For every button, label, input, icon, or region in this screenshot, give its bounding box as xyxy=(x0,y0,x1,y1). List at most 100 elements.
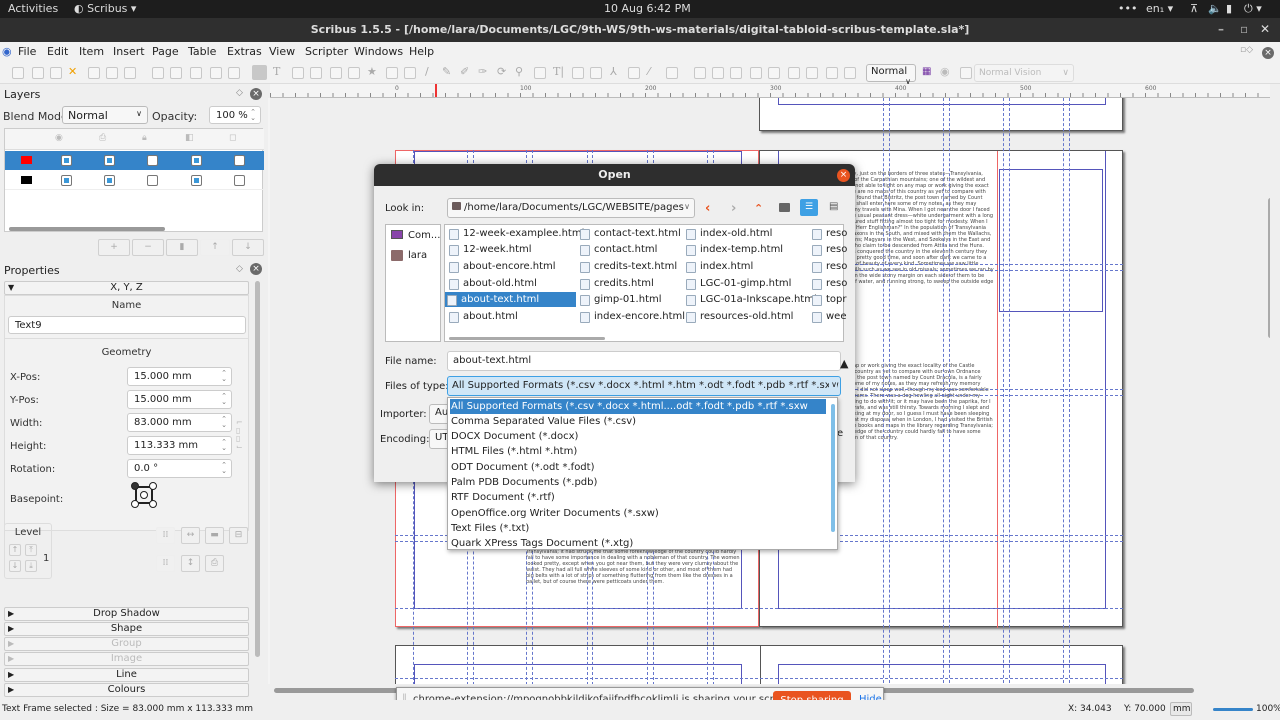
measure-tool-icon[interactable]: ⅄ xyxy=(610,65,617,78)
file-item[interactable]: contact.html xyxy=(578,242,657,257)
lower-layer-button[interactable]: ↓ xyxy=(232,239,264,256)
minimize-button[interactable]: – xyxy=(1218,22,1224,36)
ungroup-icon[interactable]: ⁞⁞ xyxy=(156,555,175,572)
annotation-extra-icon[interactable] xyxy=(826,67,838,79)
layer-outline-checkbox[interactable] xyxy=(234,175,245,186)
printing-toggle-icon[interactable]: ⎙ xyxy=(205,555,224,572)
row-guide[interactable] xyxy=(395,608,1123,609)
text-frame[interactable]: Transylvania; it had struck me that some… xyxy=(526,549,741,607)
pdf-push-button-icon[interactable] xyxy=(666,67,678,79)
file-item[interactable]: reso xyxy=(810,226,847,241)
layer-print-checkbox[interactable] xyxy=(104,175,115,186)
new-doc-icon[interactable] xyxy=(12,67,24,79)
height-input[interactable]: 113.333 mm ⌃ ⌄ xyxy=(127,436,232,455)
basepoint-selector[interactable] xyxy=(131,482,157,508)
mdi-controls[interactable]: ▫◇ xyxy=(1240,45,1253,55)
spin-icon[interactable]: ⌃ ⌄ xyxy=(221,393,227,406)
rotation-input[interactable]: 0.0 ° ⌃ ⌄ xyxy=(127,459,232,478)
type-option[interactable]: Text Files (*.txt) xyxy=(450,521,826,536)
menu-scripter[interactable]: Scripter xyxy=(305,45,348,58)
layer-flow-checkbox[interactable] xyxy=(191,175,202,186)
menu-view[interactable]: View xyxy=(269,45,295,58)
file-item[interactable]: wee xyxy=(810,309,846,324)
calligraphic-tool-icon[interactable]: ✑ xyxy=(478,65,487,78)
pdf-radio-icon[interactable] xyxy=(730,67,742,79)
more-indicator[interactable]: ••• xyxy=(1118,2,1137,15)
spin-icon[interactable]: ⌃ ⌄ xyxy=(221,370,227,383)
copy-icon[interactable] xyxy=(210,67,222,79)
section-xyz[interactable]: ▼ X, Y, Z xyxy=(4,281,249,295)
menu-edit[interactable]: Edit xyxy=(47,45,68,58)
file-item[interactable]: credits.html xyxy=(578,276,654,291)
select-tool-icon[interactable] xyxy=(252,65,267,80)
width-input[interactable]: 83.000 mm ⌃ ⌄ xyxy=(127,413,232,432)
layer-visible-checkbox[interactable] xyxy=(61,175,72,186)
volume-icon[interactable]: 🔈 xyxy=(1208,2,1222,15)
file-item[interactable]: about-old.html xyxy=(447,276,537,291)
render-frame-icon[interactable] xyxy=(310,67,322,79)
visible-column-icon[interactable]: ◉ xyxy=(55,133,63,143)
outline-column-icon[interactable]: ◻ xyxy=(229,133,236,143)
section-line[interactable]: ▶ Line xyxy=(4,668,249,682)
raise-level-button[interactable]: ↑ xyxy=(9,544,21,556)
layer-lock-checkbox[interactable] xyxy=(147,155,158,166)
spin-icon[interactable]: ⌃ ⌄ xyxy=(221,462,227,475)
back-icon[interactable]: ‹ xyxy=(705,201,710,216)
column-guide[interactable] xyxy=(949,98,950,684)
type-option-selected[interactable]: All Supported Formats (*.csv *.docx *.ht… xyxy=(450,399,826,427)
pdf-list-icon[interactable] xyxy=(768,67,780,79)
x-pos-input[interactable]: 15.000 mm ⌃ ⌄ xyxy=(127,367,232,386)
files-of-type-select[interactable]: All Supported Formats (*.csv *.docx *.ht… xyxy=(447,376,841,396)
layer-lock-checkbox[interactable] xyxy=(147,175,158,186)
layer-visible-checkbox[interactable] xyxy=(61,155,72,166)
link-frames-icon[interactable] xyxy=(572,67,584,79)
column-guide[interactable] xyxy=(889,98,890,684)
layer-color-swatch[interactable] xyxy=(21,176,32,184)
horizontal-ruler[interactable]: 0 100 200 300 400 500 600 xyxy=(270,84,1270,98)
column-guide[interactable] xyxy=(1069,98,1070,684)
file-item[interactable]: LGC-01-gimp.html xyxy=(684,276,791,291)
polygon-tool-icon[interactable]: ★ xyxy=(367,65,377,78)
detail-view-icon[interactable]: ▤ xyxy=(829,201,838,212)
story-editor-icon[interactable]: T| xyxy=(553,65,564,78)
layer-color-swatch[interactable] xyxy=(21,156,32,164)
dialog-close-button[interactable]: × xyxy=(837,169,850,182)
layer-outline-checkbox[interactable] xyxy=(234,155,245,166)
pdf-checkbox-icon[interactable] xyxy=(712,67,724,79)
menu-insert[interactable]: Insert xyxy=(113,45,145,58)
file-item[interactable]: resources-old.html xyxy=(684,309,793,324)
render-mode-select[interactable]: Normal ∨ xyxy=(866,64,916,86)
shape-tool-icon[interactable] xyxy=(348,67,360,79)
file-item[interactable]: reso xyxy=(810,242,847,257)
pdf-text-field-icon[interactable] xyxy=(694,67,706,79)
lower-to-bottom-button[interactable]: ⤓ xyxy=(25,560,37,572)
group-icon[interactable]: ⁞⁞ xyxy=(156,527,175,544)
basepoint-center[interactable] xyxy=(140,491,148,499)
redo-icon[interactable] xyxy=(170,67,182,79)
file-item-selected[interactable]: about-text.html xyxy=(445,292,576,307)
undo-icon[interactable] xyxy=(152,67,164,79)
annotation-3d-icon[interactable] xyxy=(844,67,856,79)
menu-table[interactable]: Table xyxy=(188,45,216,58)
pdf-export-icon[interactable] xyxy=(124,67,136,79)
power-icon[interactable]: ⏻ ▾ xyxy=(1244,2,1262,16)
text-annotation-icon[interactable] xyxy=(788,67,800,79)
open-doc-icon[interactable] xyxy=(32,67,44,79)
microphone-icon[interactable]: ▮ xyxy=(1226,2,1232,15)
keep-ratio-chain-icon[interactable]: ⌐ ▯ ▯ ⌙ xyxy=(236,419,243,451)
layer-print-checkbox[interactable] xyxy=(104,155,115,166)
parent-directory-icon[interactable]: ⌃ xyxy=(754,202,763,215)
cut-icon[interactable] xyxy=(190,67,202,79)
type-option[interactable]: Palm PDB Documents (*.pdb) xyxy=(450,475,826,490)
file-item[interactable]: index-old.html xyxy=(684,226,772,241)
close-document-button[interactable]: × xyxy=(1262,45,1274,59)
file-item[interactable]: reso xyxy=(810,276,847,291)
add-layer-button[interactable]: + xyxy=(98,239,130,256)
basepoint-top-left[interactable] xyxy=(131,482,139,490)
eyedropper-icon[interactable]: ⁄ xyxy=(648,65,650,78)
language-indicator[interactable]: en₁ ▾ xyxy=(1146,2,1173,15)
lower-level-button[interactable]: ↓ xyxy=(9,560,21,572)
unit-select[interactable]: mm xyxy=(1170,702,1192,716)
freehand-tool-icon[interactable]: ✐ xyxy=(460,65,469,78)
file-item[interactable]: 12-week.html xyxy=(447,242,532,257)
